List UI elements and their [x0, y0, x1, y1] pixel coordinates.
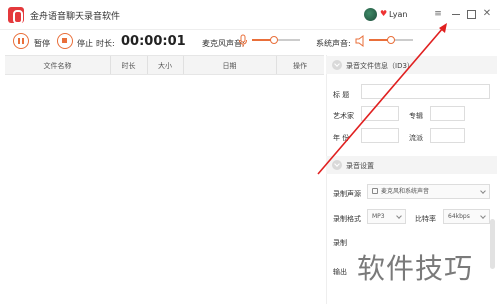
- pause-label[interactable]: 暂停: [34, 38, 50, 49]
- mic-volume-slider[interactable]: [252, 36, 300, 44]
- record-source-select[interactable]: 麦克风和系统声音: [367, 184, 490, 199]
- record-settings-section-header[interactable]: 录音设置: [326, 156, 497, 174]
- output-label: 输出: [333, 268, 347, 276]
- file-info-section-title: 录音文件信息（ID3）: [346, 62, 414, 70]
- file-table-body: [5, 75, 324, 301]
- record-source-label: 录制声源: [333, 190, 361, 198]
- album-field[interactable]: [430, 106, 465, 121]
- record-source-value: 麦克风和系统声音: [381, 188, 430, 195]
- column-header-duration[interactable]: 时长: [110, 61, 147, 71]
- scrollbar-thumb[interactable]: [490, 219, 495, 269]
- column-header-filename[interactable]: 文件名称: [5, 61, 110, 71]
- file-info-section-header[interactable]: 录音文件信息（ID3）: [326, 56, 497, 74]
- heart-icon: ♥: [380, 9, 388, 18]
- minimize-button[interactable]: [450, 8, 462, 20]
- close-button[interactable]: ✕: [481, 8, 493, 20]
- column-header-date[interactable]: 日期: [183, 61, 276, 71]
- watermark: 软件技巧: [357, 252, 474, 285]
- speaker-icon: [372, 188, 378, 194]
- stop-label[interactable]: 停止: [77, 38, 93, 49]
- toolbar: [0, 30, 500, 54]
- avatar[interactable]: [364, 8, 377, 21]
- timer-display: 00:00:01: [121, 34, 186, 49]
- year-field-label: 年 份: [333, 134, 350, 142]
- speaker-icon: [355, 35, 364, 47]
- title-field-label: 标 题: [333, 91, 350, 99]
- chevron-down-icon: [396, 213, 402, 219]
- record-mode-label: 录制: [333, 239, 347, 247]
- bitrate-value: 64kbps: [448, 213, 470, 220]
- duration-label: 时长:: [96, 39, 115, 48]
- app-title: 金舟语音聊天录音软件: [30, 12, 121, 22]
- column-header-size[interactable]: 大小: [147, 61, 183, 71]
- mic-volume-knob[interactable]: [269, 36, 278, 44]
- chevron-down-icon: [480, 188, 486, 194]
- record-settings-section-title: 录音设置: [346, 162, 374, 170]
- stop-icon[interactable]: [57, 33, 73, 49]
- genre-field-label: 流派: [409, 134, 423, 142]
- app-logo-icon: [8, 7, 24, 24]
- record-format-label: 录制格式: [333, 215, 361, 223]
- record-format-select[interactable]: MP3: [367, 209, 406, 224]
- artist-field[interactable]: [361, 106, 399, 121]
- year-field[interactable]: [361, 128, 399, 143]
- pause-icon[interactable]: [13, 33, 29, 49]
- chevron-down-icon: [332, 160, 342, 170]
- file-table-header: 文件名称 时长 大小 日期 操作: [5, 55, 324, 75]
- title-field[interactable]: [361, 84, 490, 99]
- user-name[interactable]: Lyan: [389, 10, 407, 19]
- album-field-label: 专辑: [409, 112, 423, 120]
- artist-field-label: 艺术家: [333, 112, 354, 120]
- microphone-icon: [239, 34, 247, 47]
- record-format-value: MP3: [372, 213, 385, 220]
- maximize-button[interactable]: [465, 8, 477, 20]
- system-volume-label: 系统声音:: [316, 39, 351, 48]
- system-volume-knob[interactable]: [387, 36, 395, 44]
- menu-button[interactable]: ≡: [432, 8, 444, 20]
- settings-scrollbar[interactable]: [489, 205, 496, 304]
- bitrate-label: 比特率: [415, 215, 436, 223]
- column-header-action[interactable]: 操作: [276, 61, 324, 71]
- chevron-down-icon: [332, 60, 342, 70]
- chevron-down-icon: [480, 213, 486, 219]
- system-volume-slider[interactable]: [369, 36, 413, 44]
- bitrate-select[interactable]: 64kbps: [443, 209, 490, 224]
- genre-field[interactable]: [430, 128, 465, 143]
